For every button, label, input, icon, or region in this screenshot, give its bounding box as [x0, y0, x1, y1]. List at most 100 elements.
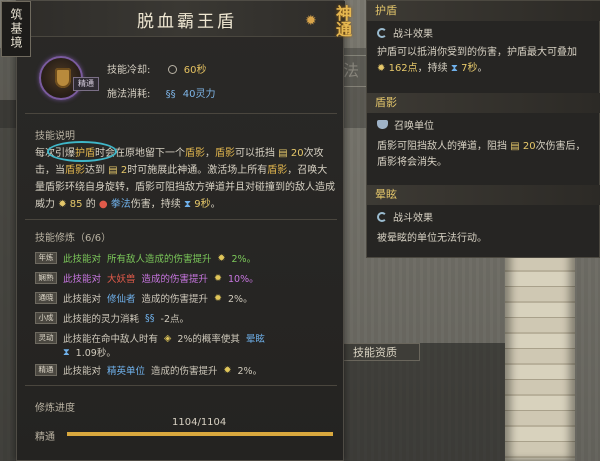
cultivation-tag: 小成 — [35, 312, 57, 324]
cultivation-value: 2%。 — [228, 294, 253, 305]
desc-keyword: 拳法 — [110, 199, 131, 210]
clock-icon — [167, 65, 177, 74]
sun-icon: ✹ — [214, 272, 223, 284]
cultivation-tag: 年炼 — [35, 252, 57, 264]
shadow-desc-text: 次伤害后， — [535, 141, 586, 152]
shadow-desc-text: 盾影将会消失。 — [377, 157, 447, 168]
desc-text: 的 — [85, 199, 96, 210]
cultivation-keyword: 大妖兽 — [107, 274, 136, 285]
shadow-title: 盾影 — [367, 93, 600, 113]
divider — [25, 385, 337, 386]
skill-title: 脱血霸王盾 — [137, 12, 237, 32]
desc-text: ， — [205, 148, 215, 159]
quality-tag: 精通 — [73, 77, 99, 91]
hourglass-icon: ⧗ — [63, 346, 70, 358]
cooldown-value: 60秒 — [183, 65, 207, 76]
cultivation-value: 2%。 — [231, 254, 257, 265]
stun-desc: 被晕眩的单位无法行动。 — [377, 233, 487, 244]
progress-text: 1104/1104 — [172, 417, 227, 428]
divider — [25, 219, 337, 220]
desc-number: 20 — [290, 148, 304, 159]
keyword-info-panel: 护盾 战斗效果 护盾可以抵消你受到的伤害，护盾最大可叠加 ✹ 162点，持续 ⧗… — [366, 0, 600, 258]
desc-text: 时可施展此神通。激活场上所有 — [127, 165, 268, 176]
cultivation-tag: 娴熟 — [35, 272, 57, 284]
shadow-desc-text: 盾影可阻挡敌人的弹道，阻挡 — [377, 141, 507, 152]
cultivation-row: 年炼 此技能对 所有敌人造成的伤害提升 ✹ 2%。 — [35, 251, 256, 265]
sun-icon: ✹ — [58, 199, 67, 210]
shield-desc: 护盾可以抵消你受到的伤害，护盾最大可叠加 ✹ 162点，持续 ⧗ 7秒。 — [377, 45, 595, 77]
scroll-icon: ▤ — [108, 165, 118, 176]
desc-keyword: 盾影 — [267, 165, 288, 176]
cultivation-value: 2%的概率使其 — [177, 334, 240, 345]
cooldown-line: 技能冷却: 60秒 — [107, 61, 206, 76]
shadow-desc: 盾影可阻挡敌人的弹道，阻挡 ▤ 20次伤害后， 盾影将会消失。 — [377, 139, 595, 171]
progress-level: 精通 — [35, 432, 55, 443]
desc-text: 达到 — [85, 165, 105, 176]
sun-icon: ✹ — [305, 13, 317, 29]
cultivation-keyword: 修仙者 — [107, 294, 136, 305]
shield-duration: 7秒 — [461, 63, 478, 74]
stun-sub-label: 战斗效果 — [393, 213, 433, 224]
cultivation-text: 造成的伤害提升 — [151, 366, 218, 377]
shadow-sub: 召唤单位 — [377, 117, 434, 132]
cultivation-text: 1.09秒。 — [75, 348, 116, 359]
hourglass-icon: ⧗ — [450, 63, 458, 74]
shield-desc-text: ，持续 — [417, 63, 448, 74]
cultivation-text: 造成的伤害提升 — [141, 274, 209, 285]
cultivation-tag: 灵动 — [35, 332, 57, 344]
cultivation-value: 2%。 — [237, 366, 263, 377]
progress-fill — [67, 432, 333, 436]
cultivation-value: 10%。 — [228, 274, 259, 285]
cost-line: 施法消耗: §§ 40灵力 — [107, 85, 215, 100]
desc-number: 85 — [69, 199, 83, 210]
sun-icon: ✹ — [377, 63, 386, 74]
shield-sub-label: 战斗效果 — [393, 29, 433, 40]
cultivation-row: 精通 此技能对 精英单位 造成的伤害提升 ✹ 2%。 — [35, 363, 262, 377]
cooldown-label: 技能冷却: — [107, 65, 151, 76]
desc-title: 技能说明 — [35, 131, 75, 142]
mana-icon: §§ — [145, 312, 155, 324]
desc-keyword: 盾影 — [65, 165, 85, 176]
desc-text: 。 — [210, 199, 221, 210]
stun-sub: 战斗效果 — [377, 209, 433, 224]
cultivation-text: 此技能对 — [63, 366, 102, 377]
cultivation-keyword: 所有敌人造成的伤害提升 — [107, 254, 212, 265]
shield-desc-text: 。 — [477, 63, 488, 74]
cultivation-title: 技能修炼（6/6） — [35, 233, 112, 244]
cultivation-row-continued: ⧗ 1.09秒。 — [63, 345, 116, 360]
cost-label: 施法消耗: — [107, 89, 151, 100]
annotation-circle — [47, 141, 117, 162]
cultivation-keyword: 精英单位 — [107, 366, 146, 377]
cultivation-text: 此技能的灵力消耗 — [63, 314, 140, 325]
background-left-strip — [0, 100, 16, 461]
skill-tooltip: 筑基境 脱血霸王盾 ✹ 神通 精通 技能冷却: 60秒 施法消耗: §§ 40灵… — [1, 0, 352, 461]
shield-desc-text: 护盾可以抵消你受到的伤害，护盾最大可叠加 — [377, 47, 577, 58]
swirl-icon — [377, 27, 387, 38]
mana-icon: §§ — [165, 89, 176, 100]
cultivation-row: 小成 此技能的灵力消耗 §§ -2点。 — [35, 311, 189, 325]
fist-icon: ● — [98, 199, 108, 210]
shield-title: 护盾 — [367, 1, 600, 21]
chance-icon: ◈ — [164, 332, 172, 344]
desc-text: 伤害，持续 — [130, 199, 181, 210]
mask-icon — [377, 120, 388, 129]
divider — [25, 113, 337, 114]
desc-number: 9秒 — [194, 199, 211, 210]
scroll-icon: ▤ — [278, 148, 288, 159]
cultivation-tag: 通晓 — [35, 292, 57, 304]
cultivation-text: 造成的伤害提升 — [141, 294, 209, 305]
cultivation-value: -2点。 — [160, 314, 189, 325]
cultivation-row: 灵动 此技能在命中敌人时有 ◈ 2%的概率使其 晕眩 — [35, 331, 265, 345]
cultivation-row: 娴熟 此技能对 大妖兽 造成的伤害提升 ✹ 10%。 — [35, 271, 259, 285]
shield-sub: 战斗效果 — [377, 25, 433, 40]
cultivation-keyword: 晕眩 — [245, 334, 265, 345]
stun-title: 晕眩 — [367, 185, 600, 205]
hourglass-icon: ⧗ — [183, 199, 192, 210]
sun-icon: ✹ — [217, 252, 226, 264]
sun-icon: ✹ — [214, 292, 223, 304]
shield-icon — [55, 68, 71, 88]
progress-bar — [67, 432, 333, 436]
swirl-icon — [377, 211, 387, 222]
cultivation-row: 通晓 此技能对 修仙者 造成的伤害提升 ✹ 2%。 — [35, 291, 253, 305]
realm-badge: 筑基境 — [1, 1, 31, 57]
